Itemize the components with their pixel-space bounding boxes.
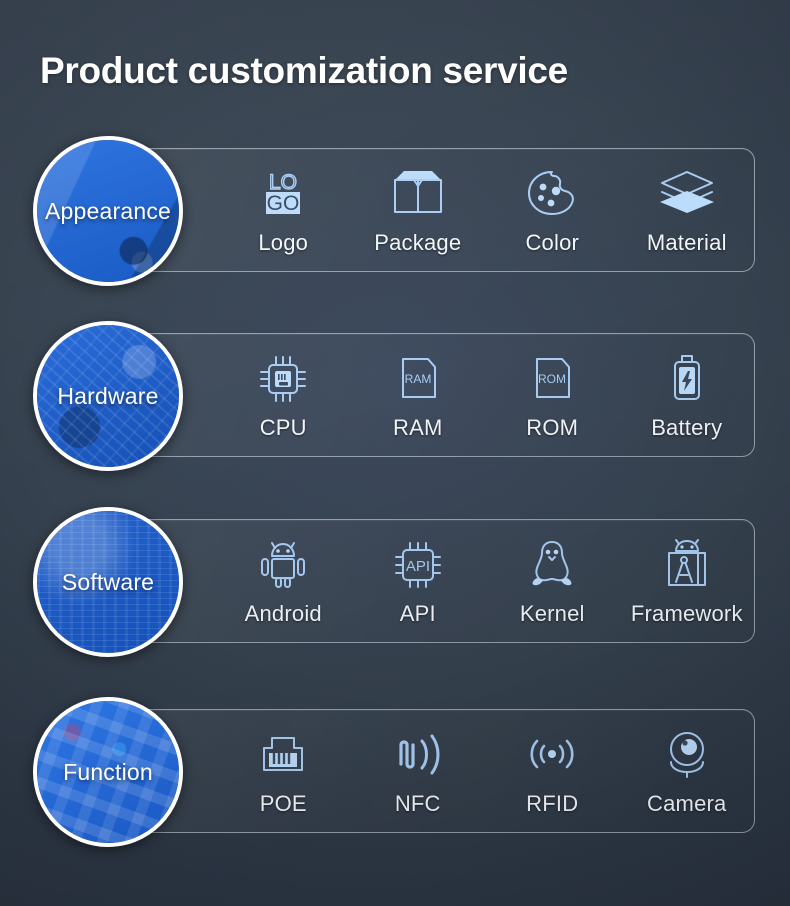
item-label: Package: [374, 229, 462, 255]
rom-card-icon: ROM: [526, 350, 578, 404]
item-poe[interactable]: POE: [217, 726, 349, 817]
items-panel: CPU RAM RAM ROM ROM Battery: [108, 333, 755, 457]
item-label: API: [399, 600, 436, 626]
svg-text:API: API: [406, 558, 430, 575]
item-label: Battery: [651, 414, 723, 440]
item-rfid[interactable]: RFID: [486, 726, 618, 817]
item-material[interactable]: Material: [621, 165, 753, 256]
item-label: CPU: [259, 414, 307, 440]
color-palette-icon: [525, 165, 579, 219]
items-panel: POE NFC RFID Camera: [108, 709, 755, 833]
item-label: Android: [244, 600, 322, 626]
api-chip-icon: API: [391, 536, 445, 590]
ethernet-port-icon: [255, 726, 311, 780]
item-android[interactable]: Android: [217, 536, 349, 627]
linux-penguin-icon: [527, 536, 577, 590]
item-nfc[interactable]: NFC: [352, 726, 484, 817]
svg-text:ROM: ROM: [538, 372, 566, 386]
category-circle-software[interactable]: Software: [33, 507, 183, 657]
nfc-wave-icon: [390, 726, 446, 780]
category-circle-function[interactable]: Function: [33, 697, 183, 847]
poster-canvas: Product customization service LO GO Logo: [0, 0, 790, 906]
svg-text:RAM: RAM: [404, 372, 431, 386]
category-circle-appearance[interactable]: Appearance: [33, 136, 183, 286]
category-label: Hardware: [57, 382, 159, 409]
category-label: Appearance: [44, 197, 172, 224]
item-kernel[interactable]: Kernel: [486, 536, 618, 627]
ram-card-icon: RAM: [392, 350, 444, 404]
category-label: Function: [63, 758, 153, 785]
items-panel: Android API API Kernel Framework: [108, 519, 755, 643]
rfid-signal-icon: [522, 726, 582, 780]
package-box-icon: [390, 165, 446, 219]
battery-bolt-icon: [663, 350, 711, 404]
material-layers-icon: [657, 165, 717, 219]
item-rom[interactable]: ROM ROM: [486, 350, 618, 441]
item-package[interactable]: Package: [352, 165, 484, 256]
camera-dome-icon: [660, 726, 714, 780]
item-color[interactable]: Color: [486, 165, 618, 256]
framework-compass-icon: [659, 536, 715, 590]
item-battery[interactable]: Battery: [621, 350, 753, 441]
item-cpu[interactable]: CPU: [217, 350, 349, 441]
android-robot-icon: [256, 536, 310, 590]
item-logo[interactable]: LO GO Logo: [217, 165, 349, 256]
item-framework[interactable]: Framework: [621, 536, 753, 627]
svg-text:LO: LO: [269, 171, 297, 194]
logo-icon: LO GO: [256, 165, 310, 219]
item-label: NFC: [394, 790, 441, 816]
item-camera[interactable]: Camera: [621, 726, 753, 817]
item-label: Logo: [258, 229, 309, 255]
item-label: POE: [259, 790, 307, 816]
items-panel: LO GO Logo Package Color Material: [108, 148, 755, 272]
svg-text:GO: GO: [267, 192, 300, 215]
item-label: Material: [646, 229, 727, 255]
item-label: Color: [525, 229, 580, 255]
page-title: Product customization service: [40, 50, 568, 91]
item-label: RAM: [393, 414, 443, 440]
item-label: Framework: [630, 600, 743, 626]
item-label: RFID: [526, 790, 579, 816]
item-api[interactable]: API API: [352, 536, 484, 627]
cpu-chip-icon: [256, 350, 310, 404]
item-label: Kernel: [519, 600, 585, 626]
category-circle-hardware[interactable]: Hardware: [33, 321, 183, 471]
item-label: Camera: [647, 790, 727, 816]
item-ram[interactable]: RAM RAM: [352, 350, 484, 441]
category-label: Software: [61, 568, 155, 595]
item-label: ROM: [526, 414, 579, 440]
